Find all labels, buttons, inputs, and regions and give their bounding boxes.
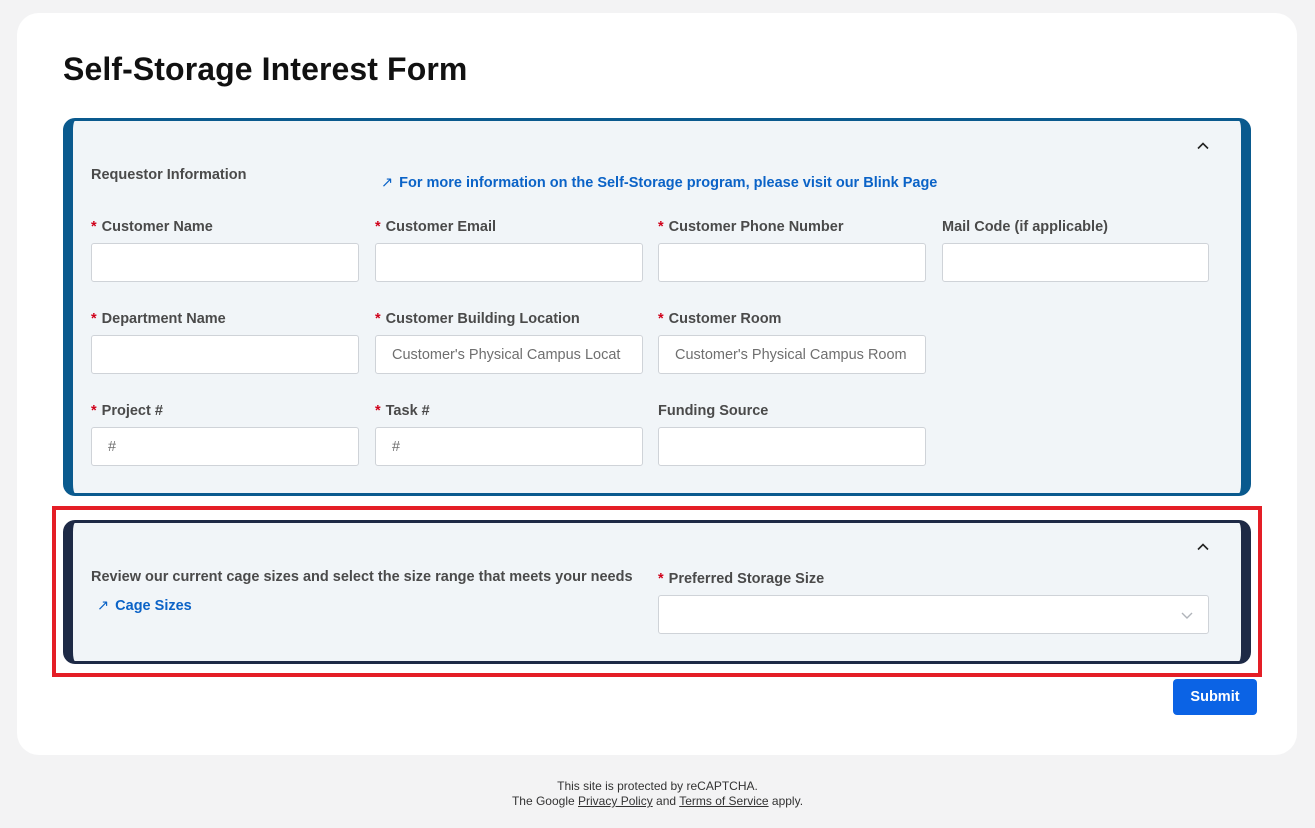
customer-email-input[interactable] [375, 243, 643, 282]
customer-name-input[interactable] [91, 243, 359, 282]
building-location-input[interactable] [375, 335, 643, 374]
task-input[interactable] [375, 427, 643, 466]
funding-source-group: Funding Source [658, 401, 926, 466]
building-location-label: Customer Building Location [385, 311, 580, 327]
customer-phone-input[interactable] [658, 243, 926, 282]
funding-source-input[interactable] [658, 427, 926, 466]
building-location-group: * Customer Building Location [375, 309, 643, 374]
project-label: Project # [101, 403, 163, 419]
department-name-label: Department Name [101, 311, 226, 327]
task-group: * Task # [375, 401, 643, 466]
mail-code-label: Mail Code (if applicable) [942, 219, 1108, 235]
funding-source-label: Funding Source [658, 403, 769, 419]
highlight-box [52, 506, 1262, 677]
customer-phone-group: * Customer Phone Number [658, 217, 926, 282]
collapse-requestor-button[interactable] [1195, 138, 1211, 154]
customer-name-group: * Customer Name [91, 217, 359, 282]
terms-of-service-link[interactable]: Terms of Service [679, 794, 768, 808]
customer-email-group: * Customer Email [375, 217, 643, 282]
mail-code-group: Mail Code (if applicable) [942, 217, 1210, 282]
customer-name-label: Customer Name [101, 219, 213, 235]
project-input[interactable] [91, 427, 359, 466]
customer-email-label: Customer Email [385, 219, 497, 235]
task-label: Task # [385, 403, 430, 419]
project-group: * Project # [91, 401, 359, 466]
requestor-section: Requestor Information ↗ For more informat… [63, 118, 1251, 496]
department-name-group: * Department Name [91, 309, 359, 374]
customer-room-group: * Customer Room [658, 309, 926, 374]
customer-phone-label: Customer Phone Number [668, 219, 844, 235]
chevron-up-icon [1197, 142, 1209, 150]
customer-room-label: Customer Room [668, 311, 782, 327]
department-name-input[interactable] [91, 335, 359, 374]
page-title: Self-Storage Interest Form [63, 51, 468, 87]
recaptcha-footer: This site is protected by reCAPTCHA. The… [0, 779, 1315, 809]
blink-page-link[interactable]: ↗ For more information on the Self-Storag… [381, 175, 937, 191]
submit-button[interactable]: Submit [1173, 679, 1257, 715]
blink-page-link-text: For more information on the Self-Storage… [399, 175, 938, 191]
arrow-up-right-icon: ↗ [381, 175, 394, 191]
mail-code-input[interactable] [942, 243, 1209, 282]
privacy-policy-link[interactable]: Privacy Policy [578, 794, 653, 808]
recaptcha-notice: This site is protected by reCAPTCHA. [557, 779, 758, 793]
customer-room-input[interactable] [658, 335, 926, 374]
requestor-section-label: Requestor Information [91, 167, 247, 183]
